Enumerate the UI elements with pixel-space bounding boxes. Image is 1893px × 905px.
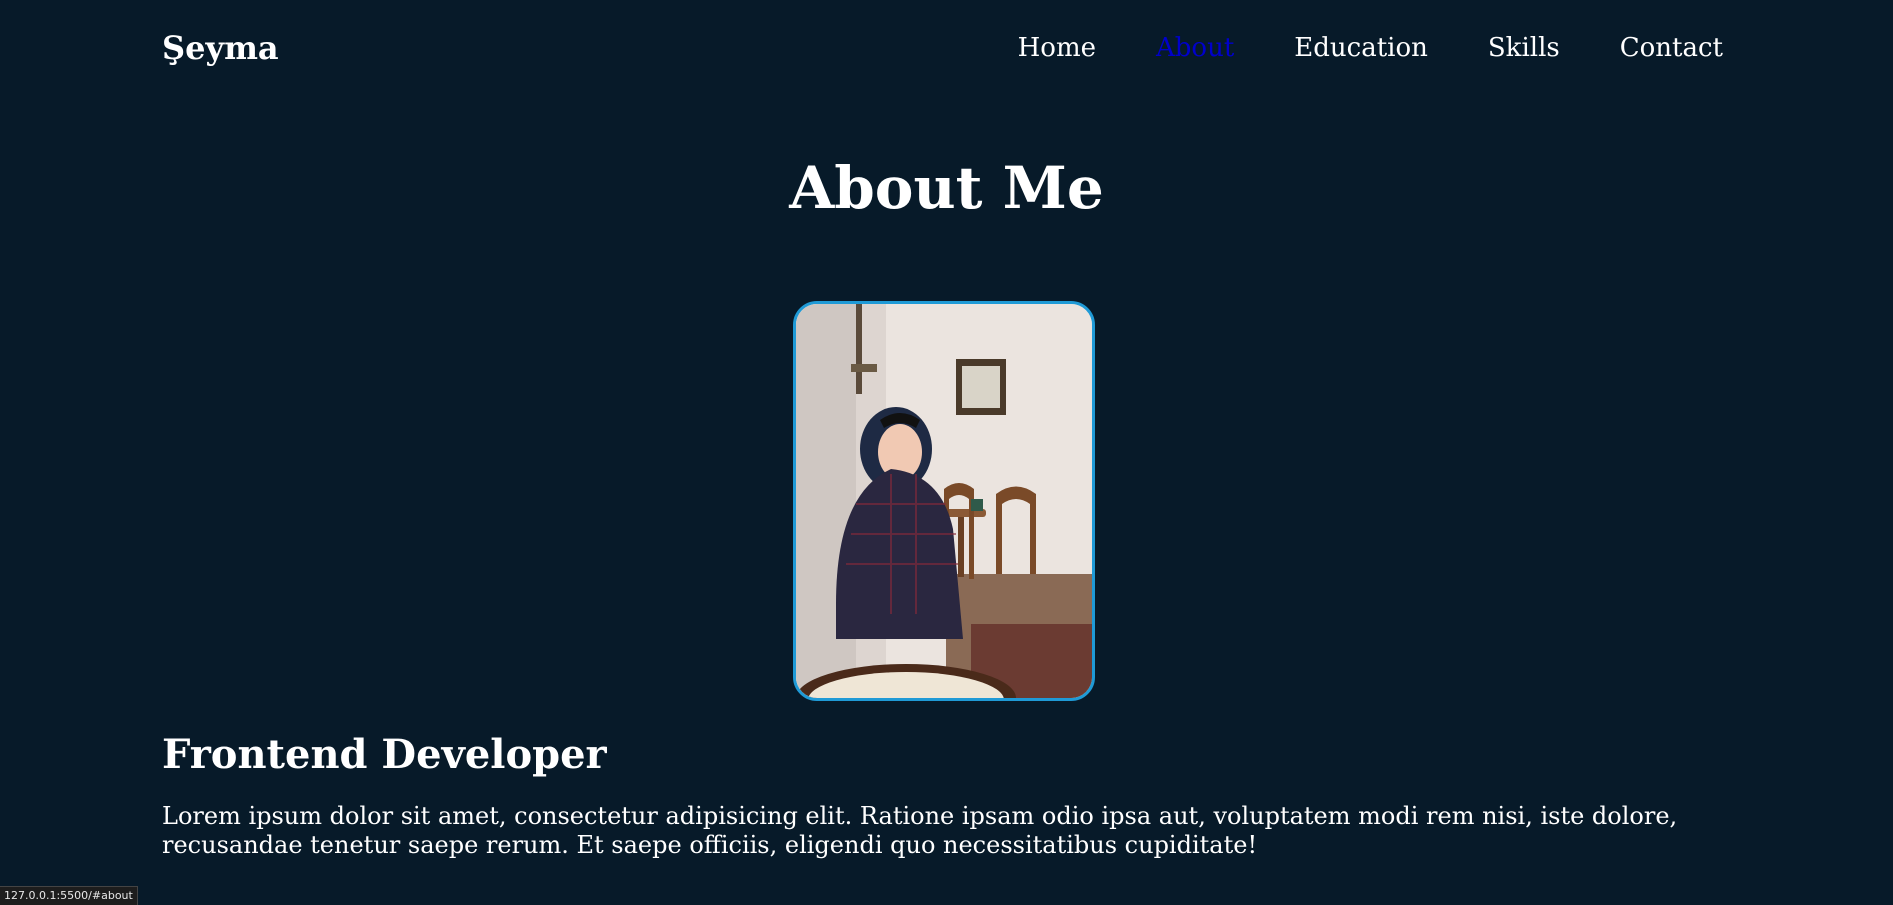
nav-link-home[interactable]: Home — [1018, 33, 1096, 63]
role-heading: Frontend Developer — [162, 731, 607, 778]
profile-photo — [793, 301, 1095, 701]
navbar: Şeyma Home About Education Skills Contac… — [0, 0, 1893, 96]
status-bar-url: 127.0.0.1:5500/#about — [0, 886, 138, 905]
nav-item-home: Home — [1018, 30, 1096, 66]
site-logo[interactable]: Şeyma — [162, 28, 279, 68]
nav-link-contact[interactable]: Contact — [1620, 33, 1723, 63]
nav-item-contact: Contact — [1620, 30, 1723, 66]
nav-links: Home About Education Skills Contact — [1018, 30, 1723, 66]
nav-item-skills: Skills — [1488, 30, 1560, 66]
nav-item-education: Education — [1294, 30, 1428, 66]
about-description: Lorem ipsum dolor sit amet, consectetur … — [162, 802, 1678, 859]
nav-link-about[interactable]: About — [1156, 33, 1234, 63]
nav-link-education[interactable]: Education — [1294, 33, 1428, 63]
nav-link-skills[interactable]: Skills — [1488, 33, 1560, 63]
nav-item-about: About — [1156, 30, 1234, 66]
section-title: About Me — [789, 154, 1104, 222]
